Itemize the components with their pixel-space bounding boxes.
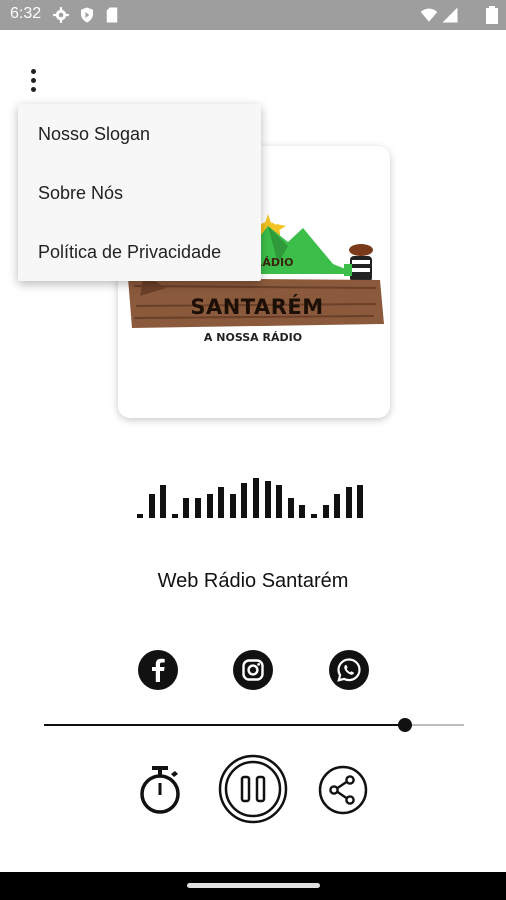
equalizer-bar: [206, 494, 213, 518]
equalizer-bar: [322, 505, 329, 518]
equalizer-bar: [229, 494, 236, 518]
overflow-menu: Nosso Slogan Sobre Nós Política de Priva…: [18, 104, 261, 281]
home-gesture-handle[interactable]: [187, 883, 320, 888]
equalizer-bar: [218, 487, 225, 518]
menu-item-nosso-slogan[interactable]: Nosso Slogan: [38, 124, 150, 145]
facebook-button[interactable]: [138, 650, 178, 690]
equalizer-bar: [357, 485, 364, 518]
facebook-icon: [152, 658, 165, 682]
volume-fill: [44, 724, 405, 726]
logo-text-line2: SANTARÉM: [190, 295, 324, 319]
pause-icon: [218, 754, 288, 824]
equalizer-bar: [253, 478, 259, 518]
logo-text-line3: A NOSSA RÁDIO: [203, 331, 303, 344]
instagram-icon: [242, 659, 264, 681]
kebab-dot: [31, 78, 36, 83]
signal-icon: [442, 7, 458, 23]
status-bar: 6:32: [0, 0, 506, 30]
volume-thumb[interactable]: [398, 718, 412, 732]
equalizer-bar: [171, 514, 178, 518]
shield-icon: [81, 7, 93, 23]
share-button[interactable]: [318, 765, 368, 815]
whatsapp-icon: [337, 658, 361, 682]
whatsapp-button[interactable]: [329, 650, 369, 690]
equalizer-bar: [148, 494, 155, 518]
volume-slider[interactable]: [44, 715, 464, 735]
share-icon: [318, 765, 368, 815]
equalizer-bar: [195, 498, 201, 518]
settings-icon: [53, 7, 69, 23]
equalizer-bar: [160, 485, 167, 518]
kebab-dot: [31, 69, 36, 74]
equalizer-bar: [264, 481, 271, 518]
play-pause-button[interactable]: [218, 754, 288, 824]
battery-icon: [486, 6, 498, 24]
menu-item-politica-privacidade[interactable]: Política de Privacidade: [38, 242, 221, 263]
equalizer-bar: [287, 498, 294, 518]
equalizer-visualizer: [137, 470, 371, 518]
more-options-button[interactable]: [23, 67, 45, 95]
kebab-dot: [31, 87, 36, 92]
instagram-button[interactable]: [233, 650, 273, 690]
equalizer-bar: [183, 498, 190, 518]
status-time: 6:32: [10, 5, 42, 22]
menu-item-sobre-nos[interactable]: Sobre Nós: [38, 183, 123, 204]
equalizer-bar: [137, 514, 143, 518]
equalizer-bar: [311, 514, 317, 518]
station-title: Web Rádio Santarém: [157, 570, 349, 592]
equalizer-bar: [276, 485, 283, 518]
equalizer-bar: [299, 505, 306, 518]
equalizer-bar: [241, 483, 248, 518]
navigation-bar: [0, 872, 506, 900]
equalizer-bar: [334, 494, 341, 518]
timer-icon: [140, 766, 180, 814]
sleep-timer-button[interactable]: [137, 764, 183, 816]
wifi-icon: [420, 8, 438, 22]
sd-card-icon: [106, 7, 118, 23]
equalizer-bar: [345, 487, 352, 518]
